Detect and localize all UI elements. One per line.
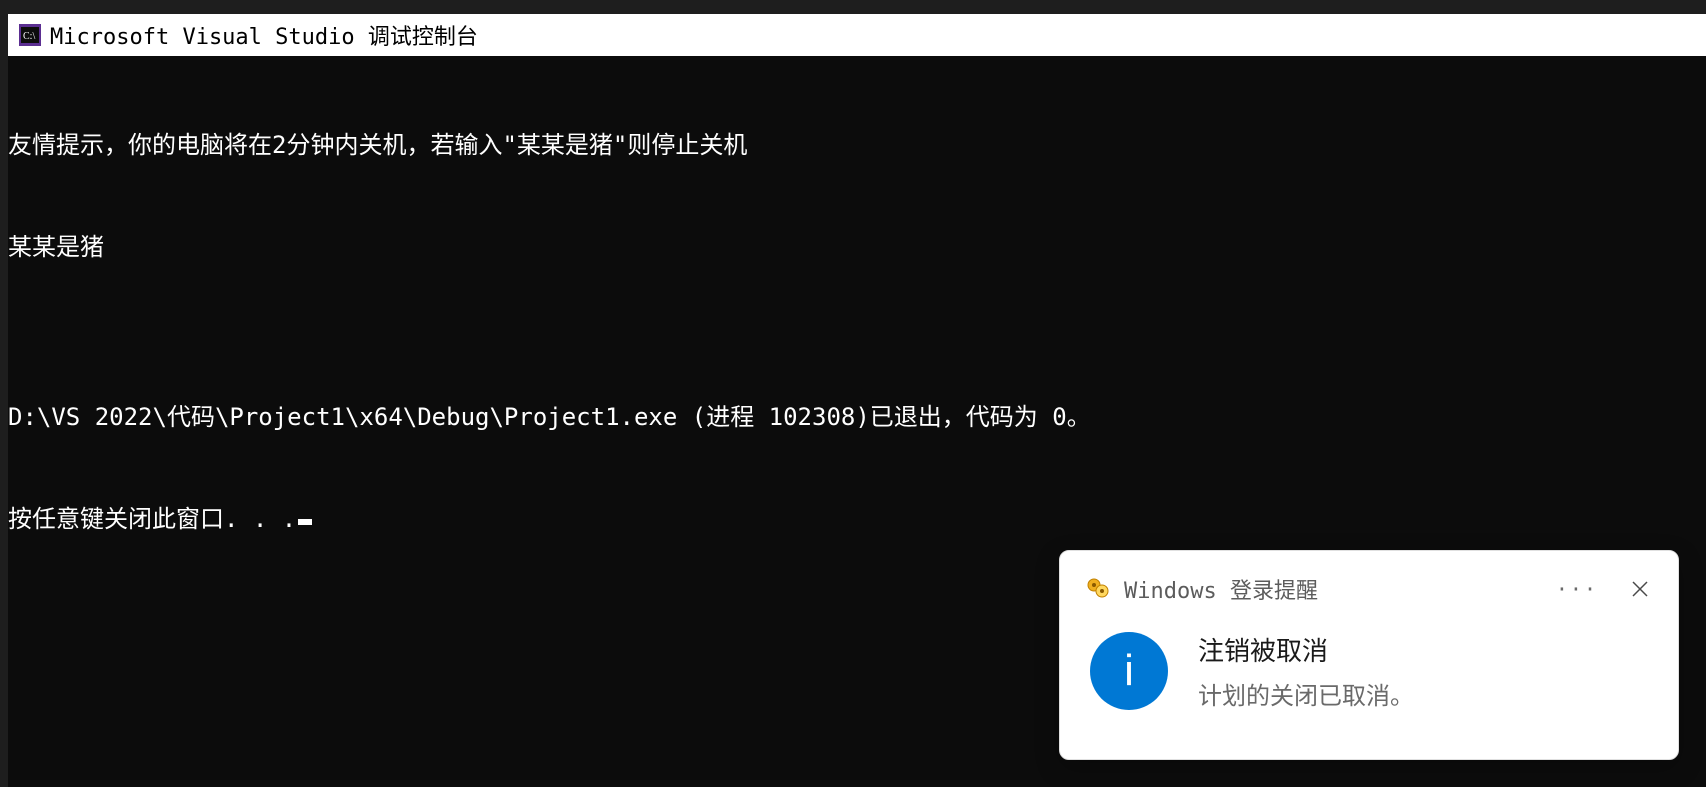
console-prompt-text: 按任意键关闭此窗口. . . — [8, 505, 296, 533]
toast-header-left: Windows 登录提醒 — [1086, 573, 1318, 605]
console-icon: C:\ — [18, 23, 42, 47]
toast-text-block: 注销被取消 计划的关闭已取消。 — [1198, 631, 1414, 711]
console-title-bar[interactable]: C:\ Microsoft Visual Studio 调试控制台 — [8, 14, 1706, 56]
console-line: 友情提示，你的电脑将在2分钟内关机，若输入"某某是猪"则停止关机 — [8, 128, 1706, 162]
toast-message: 计划的关闭已取消。 — [1198, 676, 1414, 711]
ide-left-gutter — [0, 0, 8, 787]
toast-heading: 注销被取消 — [1198, 631, 1414, 668]
console-line: D:\VS 2022\代码\Project1\x64\Debug\Project… — [8, 400, 1706, 434]
console-line: 某某是猪 — [8, 230, 1706, 264]
toast-header-right: ··· — [1556, 577, 1652, 601]
toast-body: i 注销被取消 计划的关闭已取消。 — [1086, 631, 1652, 711]
notification-toast[interactable]: Windows 登录提醒 ··· i 注销被取消 计划的关闭已取消。 — [1059, 550, 1679, 760]
svg-text:C:\: C:\ — [23, 31, 35, 42]
toast-more-button[interactable]: ··· — [1556, 577, 1598, 601]
toast-close-button[interactable] — [1628, 577, 1652, 601]
toast-app-title: Windows 登录提醒 — [1124, 573, 1318, 605]
windows-security-icon — [1086, 577, 1110, 601]
console-title: Microsoft Visual Studio 调试控制台 — [50, 19, 478, 51]
console-line: 按任意键关闭此窗口. . . — [8, 502, 1706, 536]
ide-top-strip — [8, 0, 1706, 14]
toast-header: Windows 登录提醒 ··· — [1086, 573, 1652, 605]
console-cursor — [298, 519, 312, 525]
info-icon: i — [1090, 632, 1168, 710]
info-icon-letter: i — [1124, 646, 1134, 696]
